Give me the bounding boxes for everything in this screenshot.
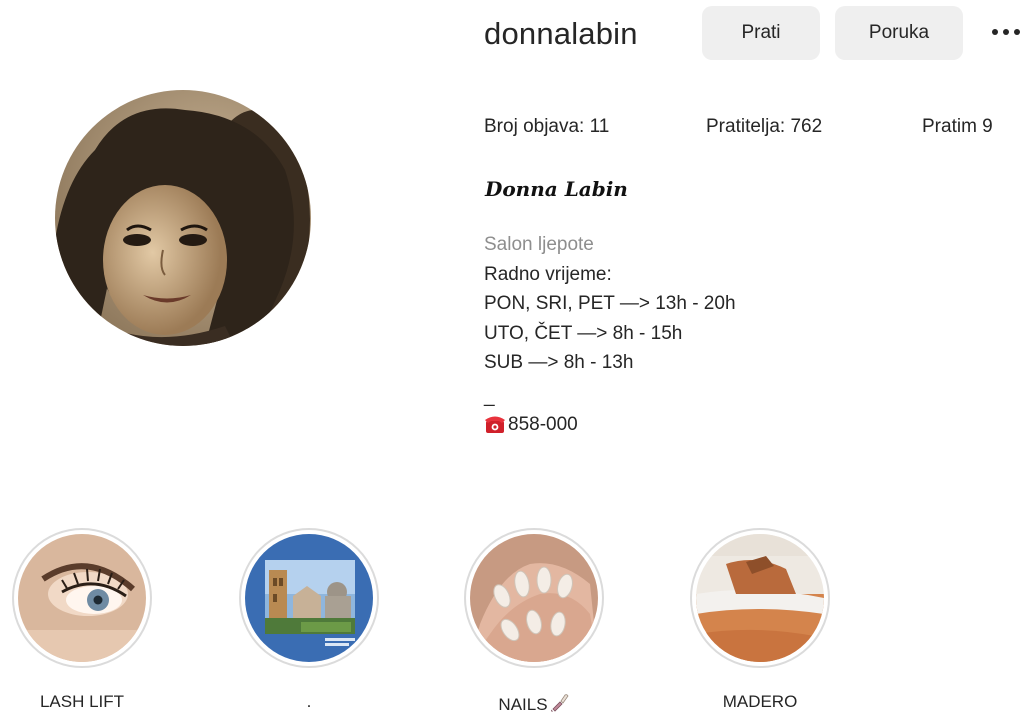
bio-phone: 858-000	[484, 410, 1024, 440]
highlight-cover-city	[245, 534, 373, 662]
posts-count: Broj objava: 11	[484, 116, 610, 137]
highlight-ring	[12, 528, 152, 668]
telephone-icon	[484, 414, 506, 434]
highlight-ring	[464, 528, 604, 668]
highlight-cover-massage	[696, 534, 824, 662]
story-highlight-lash-lift[interactable]: LASH LIFT	[10, 528, 154, 712]
bio-line: PON, SRI, PET —> 13h - 20h	[484, 293, 736, 314]
story-highlight-madero[interactable]: MADERO	[688, 528, 832, 712]
highlight-ring	[239, 528, 379, 668]
profile-stats: Broj objava: 11 Pratitelja: 762 Pratim 9	[0, 116, 1035, 142]
follow-button[interactable]: Prati	[702, 6, 820, 60]
profile-username: donnalabin	[484, 16, 638, 51]
followers-count-link[interactable]: Pratitelja: 762	[706, 116, 822, 138]
highlight-cover-nails	[470, 534, 598, 662]
highlight-label: MADERO	[722, 692, 798, 711]
highlight-cover-eye	[18, 534, 146, 662]
nail-polish-icon	[550, 692, 570, 717]
bio-line: UTO, ČET —> 8h - 15h	[484, 322, 683, 344]
phone-number: 858-000	[508, 413, 578, 435]
story-highlight-nails[interactable]: NAILS	[462, 528, 606, 717]
bio-line: SUB —> 8h - 13h	[484, 352, 634, 373]
highlight-ring	[690, 528, 830, 668]
profile-bio: Salon ljepote Radno vrijeme: PON, SRI, P…	[484, 230, 1024, 439]
more-options-icon[interactable]	[992, 14, 1032, 50]
story-highlight-dot[interactable]: .	[237, 528, 381, 712]
following-count-link[interactable]: Pratim 9	[922, 116, 993, 138]
bio-line: Radno vrijeme:	[484, 263, 612, 285]
highlight-label: NAILS	[498, 692, 569, 717]
bio-separator: _	[484, 385, 495, 407]
profile-category: Salon ljepote	[484, 234, 594, 255]
highlight-label: .	[306, 692, 312, 711]
message-button[interactable]: Poruka	[835, 6, 963, 60]
highlight-label: LASH LIFT	[39, 692, 125, 711]
profile-full-name: Donna Labin	[485, 177, 628, 201]
